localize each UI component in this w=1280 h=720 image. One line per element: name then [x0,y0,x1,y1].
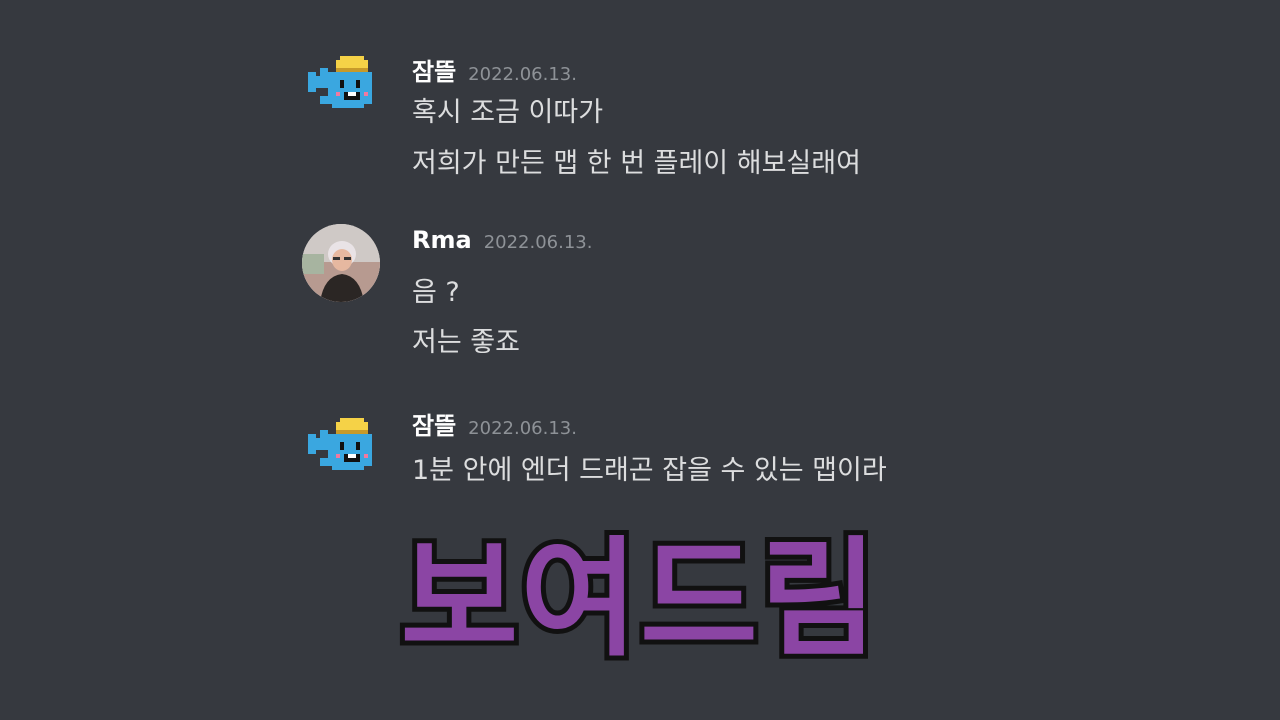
username[interactable]: 잠뜰 [412,58,456,86]
message-group: 잠뜰 2022.06.13. 혹시 조금 이따가 저희가 만든 맵 한 번 플레이… [300,52,1200,182]
message-text: 저희가 만든 맵 한 번 플레이 해보실래여 [412,148,861,179]
timestamp: 2022.06.13. [483,232,593,253]
blue-pixel-fish-avatar-icon[interactable] [304,52,384,132]
video-caption: 보여드림 [395,520,882,679]
message-text: 혹시 조금 이따가 [412,97,604,128]
message-group: Rma 2022.06.13. 음 ? 저는 좋죠 [300,224,1200,358]
message-text: 음 ? [412,277,460,308]
message-text: 1분 안에 엔더 드래곤 잡을 수 있는 맵이라 [412,455,887,486]
timestamp: 2022.06.13. [468,418,577,439]
blue-pixel-fish-avatar-icon[interactable] [304,414,384,494]
username[interactable]: 잠뜰 [412,412,456,440]
timestamp: 2022.06.13. [468,64,577,85]
user-photo-avatar[interactable] [302,224,380,302]
message-header: Rma 2022.06.13. [412,226,592,262]
message-header: 잠뜰 2022.06.13. [412,406,577,442]
username[interactable]: Rma [412,226,472,254]
message-group: 잠뜰 2022.06.13. 1분 안에 엔더 드래곤 잡을 수 있는 맵이라 [300,406,1200,486]
message-text: 저는 좋죠 [412,327,520,358]
message-header: 잠뜰 2022.06.13. [412,52,577,88]
